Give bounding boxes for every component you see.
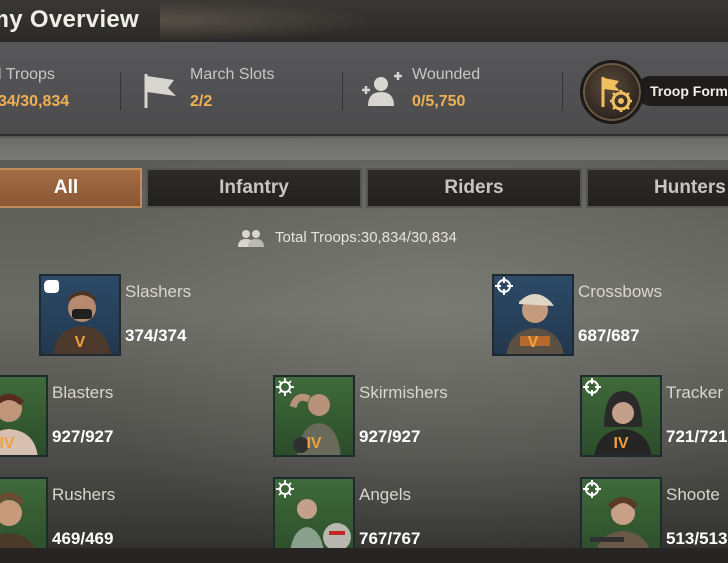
unit-tier: V bbox=[74, 334, 86, 351]
tab-riders[interactable]: Riders bbox=[366, 168, 582, 208]
unit-portrait: IV bbox=[0, 375, 48, 457]
unit-name: Crossbows bbox=[578, 282, 663, 301]
wounded-icon bbox=[362, 72, 402, 106]
stat-march-slots-label: March Slots bbox=[190, 66, 275, 83]
stat-troops-label: l Troops bbox=[0, 66, 55, 83]
crosshair-icon bbox=[495, 277, 513, 295]
tab-infantry[interactable]: Infantry bbox=[146, 168, 362, 208]
gear-crosshair-icon bbox=[276, 480, 294, 498]
unit-portrait: IV bbox=[273, 375, 355, 457]
crosshair-icon bbox=[583, 378, 601, 396]
unit-name: Tracker bbox=[666, 383, 723, 402]
stat-wounded[interactable]: Wounded 0/5,750 bbox=[412, 66, 480, 111]
unit-portrait: V bbox=[39, 274, 121, 356]
unit-count: 513/513 bbox=[666, 529, 728, 548]
people-icon bbox=[238, 230, 264, 247]
unit-count: 767/767 bbox=[359, 529, 421, 548]
tab-hunters[interactable]: Hunters bbox=[586, 168, 728, 208]
unit-tier: IV bbox=[0, 435, 15, 452]
tab-bar: All Infantry Riders Hunters bbox=[0, 164, 728, 212]
stat-wounded-value: 0/5,750 bbox=[412, 93, 466, 110]
unit-count: 374/374 bbox=[125, 326, 187, 345]
unit-tier: IV bbox=[613, 435, 629, 452]
flag-icon bbox=[144, 74, 176, 108]
bottom-bar bbox=[0, 548, 728, 563]
stat-march-slots[interactable]: March Slots 2/2 bbox=[190, 66, 274, 111]
unit-name: Rushers bbox=[52, 485, 116, 504]
troop-formation-label: Troop Form bbox=[636, 76, 728, 106]
unit-count: 687/687 bbox=[578, 326, 640, 345]
unit-portrait: IV bbox=[580, 375, 662, 457]
unit-portrait bbox=[273, 477, 355, 559]
unit-tier: V bbox=[527, 334, 539, 351]
formation-icon-circle bbox=[580, 60, 644, 124]
stat-march-slots-value: 2/2 bbox=[190, 93, 213, 110]
fist-icon bbox=[44, 280, 59, 293]
unit-name: Angels bbox=[359, 485, 411, 504]
stat-troops-value: 34/30,834 bbox=[0, 93, 70, 110]
total-troops-text: Total Troops:30,834/30,834 bbox=[275, 229, 457, 246]
unit-name: Blasters bbox=[52, 383, 114, 402]
unit-count: 927/927 bbox=[359, 427, 421, 446]
stat-divider bbox=[342, 72, 343, 110]
unit-name: Shoote bbox=[666, 485, 720, 504]
stat-divider bbox=[562, 72, 563, 110]
unit-tier: IV bbox=[306, 435, 322, 452]
formation-gear-icon bbox=[601, 77, 632, 112]
divider-band bbox=[0, 138, 728, 160]
gear-crosshair-icon bbox=[276, 378, 294, 396]
unit-portrait bbox=[0, 477, 48, 559]
unit-name: Slashers bbox=[125, 282, 192, 301]
title-bar: rmy Overview bbox=[0, 0, 728, 42]
unit-count: 721/721 bbox=[666, 427, 728, 446]
soldier-portrait-icon bbox=[0, 492, 38, 557]
stat-troops: l Troops 34/30,834 bbox=[0, 66, 69, 111]
troop-formation-button[interactable]: Troop Form bbox=[578, 60, 728, 124]
title-glow bbox=[160, 0, 380, 42]
unit-portrait bbox=[580, 477, 662, 559]
unit-count: 927/927 bbox=[52, 427, 114, 446]
unit-count: 469/469 bbox=[52, 529, 114, 548]
page-title: rmy Overview bbox=[0, 6, 140, 33]
stat-divider bbox=[120, 72, 121, 110]
unit-name: Skirmishers bbox=[359, 383, 448, 402]
tab-all[interactable]: All bbox=[0, 168, 142, 208]
unit-portrait: V bbox=[492, 274, 574, 356]
stat-wounded-label: Wounded bbox=[412, 66, 481, 83]
crosshair-icon bbox=[583, 480, 601, 498]
